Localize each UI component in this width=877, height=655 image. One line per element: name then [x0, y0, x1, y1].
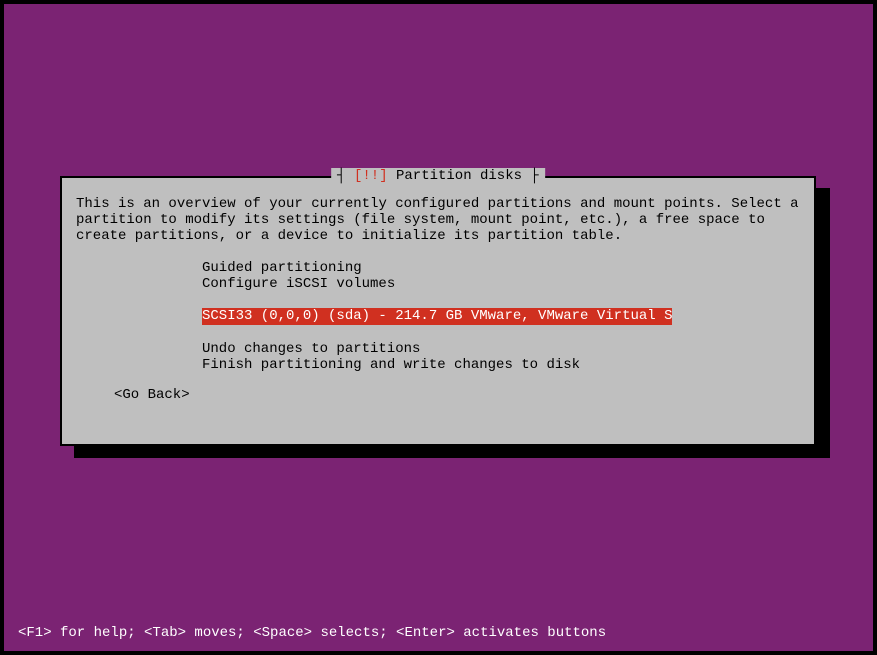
installer-background: ┤ [!!] Partition disks ├ This is an over… [4, 4, 873, 651]
menu-list: Guided partitioning Configure iSCSI volu… [202, 260, 800, 372]
help-bar: <F1> for help; <Tab> moves; <Space> sele… [18, 625, 606, 641]
go-back-button[interactable]: <Go Back> [114, 387, 800, 403]
title-text: Partition disks [388, 168, 522, 184]
partition-disks-dialog: ┤ [!!] Partition disks ├ This is an over… [60, 176, 816, 446]
title-marker: [!!] [354, 168, 388, 184]
menu-spacer [202, 325, 800, 341]
title-suffix: ├ [522, 168, 539, 184]
menu-item-guided-partitioning[interactable]: Guided partitioning [202, 260, 800, 276]
dialog-content: This is an overview of your currently co… [62, 178, 814, 421]
dialog-title: ┤ [!!] Partition disks ├ [331, 168, 545, 184]
menu-item-configure-iscsi[interactable]: Configure iSCSI volumes [202, 276, 800, 292]
title-prefix: ┤ [337, 168, 354, 184]
menu-spacer [202, 292, 800, 308]
dialog-description: This is an overview of your currently co… [76, 196, 800, 244]
menu-item-finish-partitioning[interactable]: Finish partitioning and write changes to… [202, 357, 800, 373]
menu-item-disk-sda[interactable]: SCSI33 (0,0,0) (sda) - 214.7 GB VMware, … [202, 308, 672, 324]
menu-item-undo-changes[interactable]: Undo changes to partitions [202, 341, 800, 357]
